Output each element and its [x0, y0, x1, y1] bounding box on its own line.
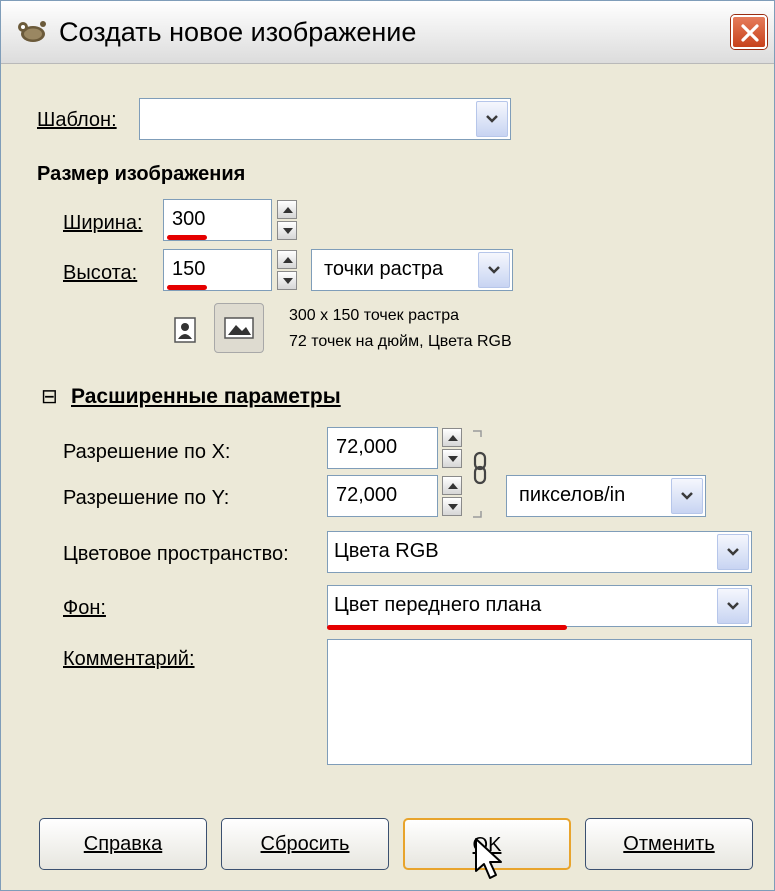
resolution-unit-dropdown-button[interactable] [671, 478, 703, 514]
size-info-line2: 72 точек на дюйм, Цвета RGB [289, 333, 512, 350]
yres-label: Разрешение по Y: [63, 487, 230, 509]
reset-button[interactable]: Сбросить [221, 818, 389, 870]
arrow-down-icon [448, 504, 458, 510]
yres-increment-button[interactable] [442, 476, 462, 495]
width-spinner[interactable] [277, 200, 299, 240]
height-label: Высота: [63, 262, 137, 285]
template-combo[interactable] [139, 98, 511, 140]
template-dropdown-button[interactable] [476, 101, 508, 137]
width-value: 300 [172, 208, 206, 230]
resolution-unit-value: пикселов/in [519, 484, 626, 506]
template-label-text: Шаблон: [37, 109, 117, 131]
chain-link-icon[interactable] [469, 429, 497, 519]
height-decrement-button[interactable] [277, 271, 297, 290]
size-info-line1: 300 x 150 точек растра [289, 307, 460, 324]
xres-value: 72,000 [336, 436, 398, 458]
size-unit-dropdown-button[interactable] [478, 252, 510, 288]
collapse-icon[interactable]: ⊟ [41, 384, 58, 409]
close-button[interactable] [731, 15, 767, 49]
size-unit-value: точки растра [324, 258, 444, 280]
gimp-icon [18, 21, 46, 42]
yres-input[interactable]: 72,000 [327, 475, 438, 517]
help-button[interactable]: Справка [39, 818, 207, 870]
height-spinner[interactable] [277, 250, 299, 290]
chevron-down-icon [727, 548, 739, 556]
advanced-options-expander[interactable]: Расширенные параметры [71, 385, 341, 409]
arrow-up-icon [283, 207, 293, 213]
width-decrement-button[interactable] [277, 221, 297, 240]
reset-button-label: Сбросить [260, 833, 350, 855]
arrow-down-icon [283, 228, 293, 234]
colorspace-value: Цвета RGB [334, 540, 439, 562]
comment-label-text: Комментарий: [63, 648, 195, 670]
portrait-button[interactable] [167, 311, 203, 349]
arrow-up-icon [283, 257, 293, 263]
portrait-icon [174, 317, 196, 343]
width-label: Ширина: [63, 212, 143, 235]
cancel-button-label: Отменить [623, 833, 715, 855]
cancel-button[interactable]: Отменить [585, 818, 753, 870]
xres-input[interactable]: 72,000 [327, 427, 438, 469]
close-icon [741, 24, 759, 42]
xres-spinner[interactable] [442, 428, 464, 468]
comment-label: Комментарий: [63, 648, 195, 671]
fill-value: Цвет переднего плана [334, 594, 542, 616]
fill-label: Фон: [63, 597, 106, 620]
fill-dropdown-button[interactable] [717, 588, 749, 624]
landscape-icon [224, 317, 254, 339]
width-increment-button[interactable] [277, 200, 297, 219]
new-image-dialog: Создать новое изображение Шаблон: Размер… [0, 0, 775, 891]
arrow-down-icon [283, 278, 293, 284]
chevron-down-icon [727, 602, 739, 610]
image-size-heading: Размер изображения [37, 163, 246, 185]
comment-textarea[interactable] [327, 639, 752, 765]
advanced-heading: Расширенные параметры [71, 385, 341, 408]
chevron-down-icon [488, 266, 500, 274]
height-value: 150 [172, 258, 206, 280]
title-bar: Создать новое изображение [1, 1, 774, 64]
arrow-up-icon [448, 483, 458, 489]
chevron-down-icon [486, 115, 498, 123]
template-label: Шаблон: [37, 109, 117, 132]
colorspace-combo[interactable]: Цвета RGB [327, 531, 752, 573]
xres-decrement-button[interactable] [442, 449, 462, 468]
colorspace-dropdown-button[interactable] [717, 534, 749, 570]
yres-value: 72,000 [336, 484, 398, 506]
chevron-down-icon [681, 492, 693, 500]
size-unit-combo[interactable]: точки растра [311, 249, 513, 291]
yres-spinner[interactable] [442, 476, 464, 516]
yres-decrement-button[interactable] [442, 497, 462, 516]
arrow-up-icon [448, 435, 458, 441]
height-increment-button[interactable] [277, 250, 297, 269]
resolution-unit-combo[interactable]: пикселов/in [506, 475, 706, 517]
xres-label: Разрешение по X: [63, 441, 231, 463]
height-label-text: Высота: [63, 262, 138, 284]
xres-increment-button[interactable] [442, 428, 462, 447]
window-title: Создать новое изображение [59, 17, 417, 47]
fill-label-text: Фон: [63, 597, 106, 619]
arrow-down-icon [448, 456, 458, 462]
fill-annotation-underline [327, 625, 567, 630]
fill-combo[interactable]: Цвет переднего плана [327, 585, 752, 627]
colorspace-label: Цветовое пространство: [63, 543, 289, 565]
landscape-button[interactable] [214, 303, 264, 353]
help-button-label: Справка [83, 833, 163, 855]
width-label-text: Ширина: [63, 212, 143, 234]
height-annotation-underline [167, 285, 207, 290]
width-annotation-underline [167, 235, 207, 240]
cursor-icon [475, 838, 502, 879]
